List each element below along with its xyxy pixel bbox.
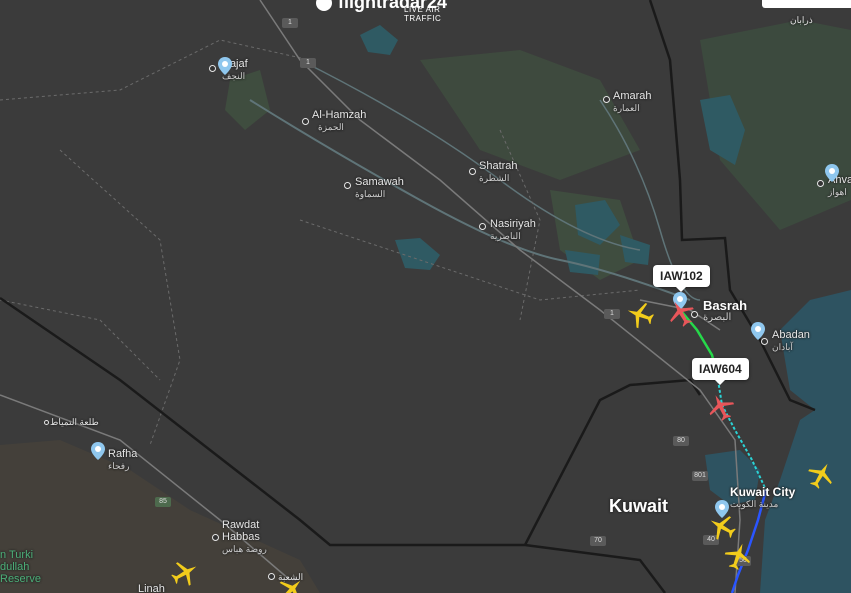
city-shatrah[interactable]: Shatrah الشطرة xyxy=(479,160,518,184)
road-shield: 1 xyxy=(282,18,298,28)
city-dot xyxy=(817,180,824,187)
airport-pin-icon[interactable] xyxy=(825,164,839,182)
city-dot xyxy=(344,182,351,189)
city-linah: Linah xyxy=(138,583,165,593)
city-name-ar: اهواز xyxy=(828,187,847,197)
city-name-ar: الحمزة xyxy=(318,122,344,132)
city-hamzah[interactable]: Al-Hamzah الحمزة xyxy=(312,109,366,133)
city-dot xyxy=(603,96,610,103)
road-shield: 85 xyxy=(155,497,171,507)
city-nasiriyah[interactable]: Nasiriyah الناصرية xyxy=(490,218,536,242)
city-name: Nasiriyah xyxy=(490,218,536,230)
reserve-line: Reserve xyxy=(0,573,41,585)
airport-pin-icon[interactable] xyxy=(91,442,105,460)
city-name-ar: آبادان xyxy=(772,342,793,352)
city-name-ar: مدينة الكويت xyxy=(730,499,779,509)
logo-icon xyxy=(316,0,332,12)
city-name: Abadan xyxy=(772,329,810,341)
city-name-ar: الناصرية xyxy=(490,231,521,241)
city-dot xyxy=(469,168,476,175)
city-name: Al-Hamzah xyxy=(312,109,367,121)
city-amarah[interactable]: Amarah العمارة xyxy=(613,90,652,114)
city-dot xyxy=(212,534,219,541)
flight-callsign-iaw102[interactable]: IAW102 xyxy=(653,265,710,292)
city-abadan[interactable]: Abadan آبادان xyxy=(772,329,810,353)
city-name: Basrah xyxy=(703,298,748,313)
road-shield: 1 xyxy=(604,309,620,319)
flight-map[interactable]: flightradar24 LIVE AIR TRAFFIC ذرابان 1 … xyxy=(0,0,851,593)
city-dot xyxy=(44,420,49,425)
city-name-ar: البصرة xyxy=(703,312,732,323)
city-name: Rawdat Habbas xyxy=(222,519,260,543)
city-name: Amarah xyxy=(613,90,652,102)
city-name: Rafha xyxy=(108,448,138,460)
city-name-ar: العمارة xyxy=(613,103,640,113)
city-name: Samawah xyxy=(355,176,404,188)
top-right-label: ذرابان xyxy=(790,15,813,25)
road-shield: 80 xyxy=(673,436,689,446)
top-right-panel[interactable] xyxy=(762,0,851,8)
city-rafha[interactable]: Rafha رفحاء xyxy=(108,448,137,472)
city-name-ar: الشطرة xyxy=(479,173,510,183)
city-dot xyxy=(302,118,309,125)
city-name: Shatrah xyxy=(479,160,518,172)
road-shield: 1 xyxy=(300,58,316,68)
city-name: Kuwait City xyxy=(730,485,796,499)
logo-tagline: LIVE AIR TRAFFIC xyxy=(404,5,442,23)
city-basrah[interactable]: Basrah البصرة xyxy=(703,298,748,324)
city-name-ar: رفحاء xyxy=(108,461,130,471)
city-samawah[interactable]: Samawah السماوة xyxy=(355,176,404,200)
country-kuwait: Kuwait xyxy=(609,496,669,516)
road-shield: 70 xyxy=(590,536,606,546)
city-talat: طلعة التمياط xyxy=(50,417,99,427)
city-rawdat-habbas[interactable]: Rawdat Habbas روضة هباس xyxy=(222,519,267,555)
city-dot xyxy=(268,573,275,580)
city-dot xyxy=(209,65,216,72)
reserve-line: n Turki xyxy=(0,549,34,561)
airport-pin-icon[interactable] xyxy=(218,57,232,75)
city-name-ar: السماوة xyxy=(355,189,386,199)
city-name-ar: روضة هباس xyxy=(222,544,267,554)
flight-callsign-iaw604[interactable]: IAW604 xyxy=(692,358,749,385)
city-kuwait-city[interactable]: Kuwait City مدينة الكويت xyxy=(730,486,795,510)
reserve-label: n Turki dullah Reserve xyxy=(0,549,41,585)
city-dot xyxy=(479,223,486,230)
road-shield: 801 xyxy=(692,471,708,481)
reserve-line: dullah xyxy=(0,561,30,573)
flightradar-logo[interactable]: flightradar24 LIVE AIR TRAFFIC xyxy=(316,0,447,23)
airport-pin-icon[interactable] xyxy=(751,322,765,340)
